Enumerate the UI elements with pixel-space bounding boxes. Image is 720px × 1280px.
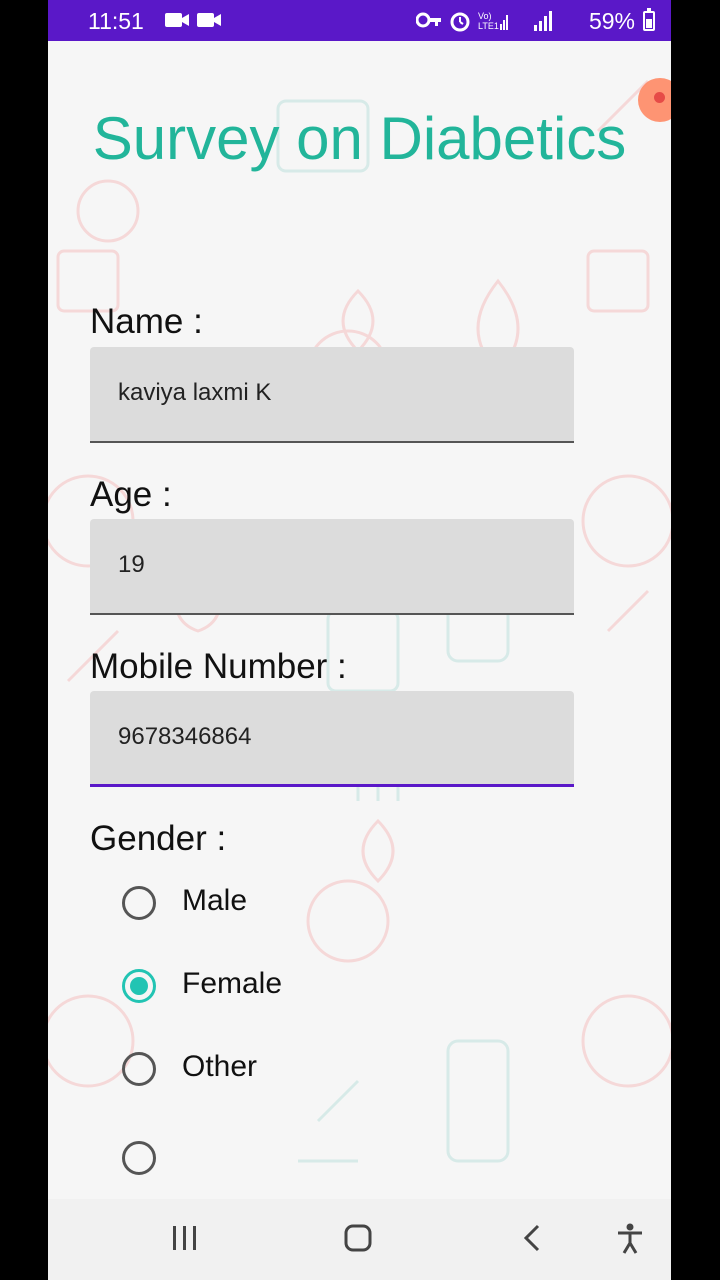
gender-label: Gender :: [90, 819, 227, 858]
radio-checked-icon[interactable]: [122, 969, 156, 1003]
survey-form[interactable]: Survey on Diabetics Name : kaviya laxmi …: [48, 41, 671, 1199]
phone-screen: 11:51 Vo) LTE1 59% Survey on Diabetics N…: [48, 0, 671, 1280]
battery-icon: [643, 8, 655, 31]
alarm-icon: [450, 12, 470, 32]
gender-option-label: Male: [182, 884, 248, 917]
radio-unchecked-icon[interactable]: [122, 1141, 156, 1175]
age-label: Age :: [90, 475, 172, 514]
signal-icon: [534, 11, 552, 31]
svg-text:LTE1: LTE1: [478, 21, 499, 31]
back-icon[interactable]: [520, 1223, 546, 1253]
page-title: Survey on Diabetics: [92, 105, 627, 172]
accessibility-icon[interactable]: [616, 1223, 644, 1255]
mobile-number-field[interactable]: 9678346864: [90, 691, 574, 787]
age-value: 19: [118, 551, 145, 578]
video-camera-icon: [165, 13, 189, 27]
status-bar: 11:51 Vo) LTE1 59%: [48, 0, 671, 41]
status-time: 11:51: [88, 8, 144, 34]
volte-signal-icon: Vo) LTE1: [478, 11, 508, 31]
video-camera-icon: [197, 13, 221, 27]
name-field[interactable]: kaviya laxmi K: [90, 347, 574, 443]
battery-percentage: 59%: [588, 8, 635, 34]
home-icon[interactable]: [343, 1223, 373, 1253]
radio-unchecked-icon[interactable]: [122, 886, 156, 920]
gender-option-label: Other: [182, 1050, 258, 1083]
name-value: kaviya laxmi K: [118, 379, 272, 406]
battery-fill: [646, 18, 652, 28]
age-field[interactable]: 19: [90, 519, 574, 615]
navigation-bar: [48, 1199, 671, 1280]
mobile-number-label: Mobile Number :: [90, 647, 347, 686]
recent-apps-icon[interactable]: [170, 1223, 200, 1253]
mobile-number-value: 9678346864: [118, 723, 252, 750]
svg-text:Vo): Vo): [478, 11, 492, 21]
key-icon: [416, 12, 441, 28]
name-label: Name :: [90, 302, 203, 341]
gender-option-label: Female: [182, 967, 283, 1000]
radio-unchecked-icon[interactable]: [122, 1052, 156, 1086]
